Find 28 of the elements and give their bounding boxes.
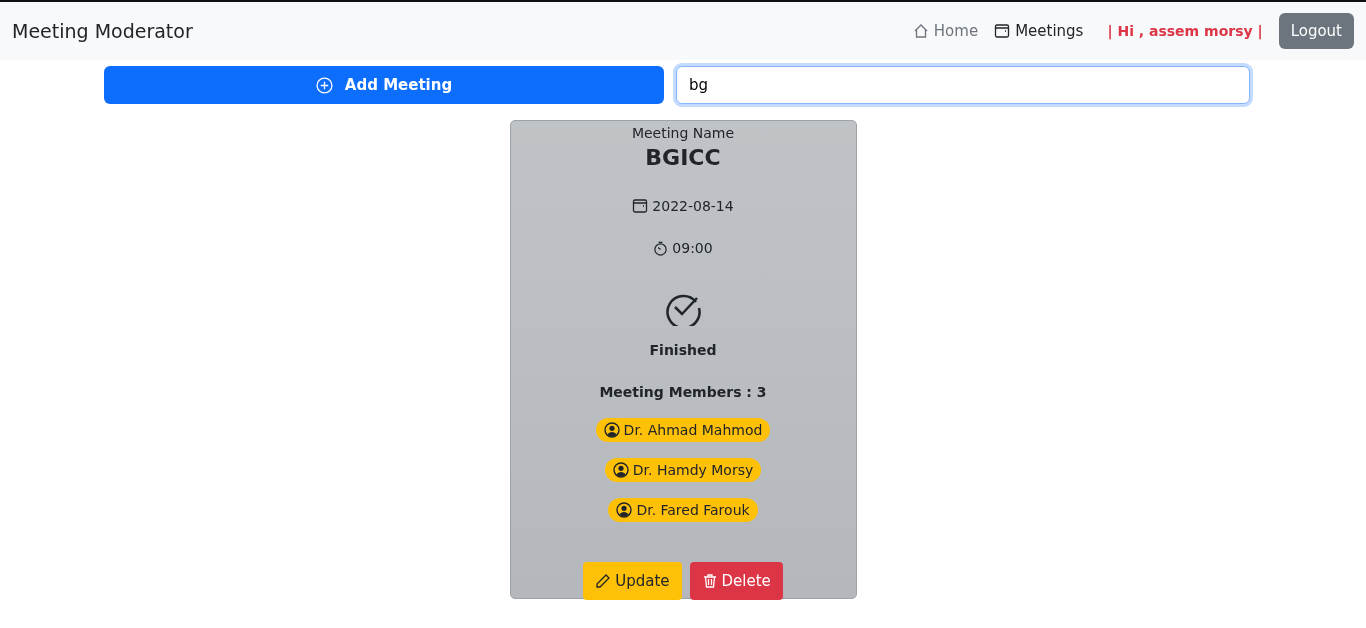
user-circle-icon — [616, 502, 633, 518]
user-circle-icon — [603, 422, 620, 438]
calendar-icon — [632, 198, 649, 214]
meeting-date: 2022-08-14 — [652, 198, 734, 214]
stopwatch-icon — [653, 240, 669, 256]
nav-link[interactable]: Meetings — [994, 22, 1084, 40]
meeting-time: 09:00 — [672, 240, 713, 256]
search-field[interactable]: bg — [676, 66, 1250, 104]
user-circle-icon — [612, 462, 629, 478]
add-meeting-button[interactable]: Add Meeting — [104, 66, 664, 104]
user-greeting: | Hi , assem morsy | — [1107, 23, 1263, 39]
member-badge: Dr. Hamdy Morsy — [604, 458, 762, 482]
members-heading: Meeting Members : 3 — [599, 384, 767, 400]
member-badge: Dr. Fared Farouk — [608, 498, 758, 522]
calendar-icon — [994, 23, 1011, 39]
pencil-icon — [595, 573, 612, 589]
home-icon — [912, 23, 929, 39]
update-button[interactable]: Update — [583, 562, 682, 600]
plus-circle-icon — [315, 76, 333, 94]
delete-button[interactable]: Delete — [689, 562, 783, 600]
logout-button[interactable]: Logout — [1278, 13, 1354, 49]
member-badge: Dr. Ahmad Mahmod — [595, 418, 771, 442]
status-label: Finished — [649, 342, 717, 358]
brand-title[interactable]: Meeting Moderator — [12, 20, 913, 42]
trash-icon — [701, 573, 718, 589]
nav-link[interactable]: Home — [912, 22, 979, 40]
meeting-caption: Meeting Name — [631, 125, 735, 141]
meeting-name: BGICC — [645, 145, 721, 170]
